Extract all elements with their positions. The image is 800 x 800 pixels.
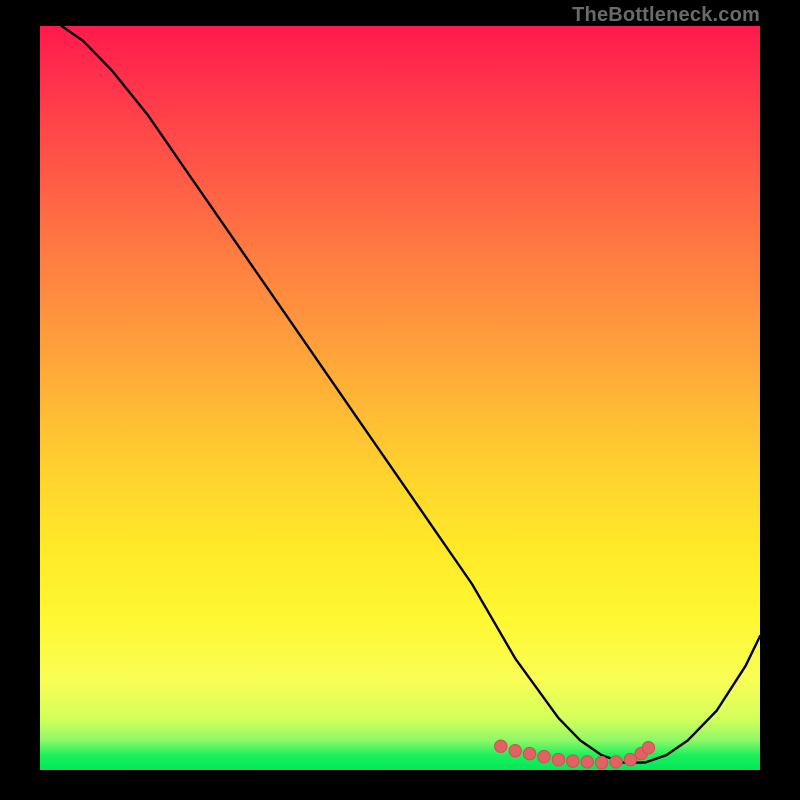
bottleneck-curve	[62, 26, 760, 763]
minimum-marker	[538, 750, 550, 762]
minimum-marker	[642, 742, 654, 754]
minimum-marker	[509, 745, 521, 757]
chart-frame: TheBottleneck.com	[0, 0, 800, 800]
minimum-markers	[495, 740, 655, 769]
minimum-marker	[581, 756, 593, 768]
minimum-marker	[595, 756, 607, 768]
minimum-marker	[552, 753, 564, 765]
minimum-marker	[523, 747, 535, 759]
minimum-marker	[610, 756, 622, 768]
watermark-text: TheBottleneck.com	[572, 4, 760, 27]
chart-overlay	[40, 26, 760, 770]
minimum-marker	[567, 755, 579, 767]
minimum-marker	[495, 740, 507, 752]
